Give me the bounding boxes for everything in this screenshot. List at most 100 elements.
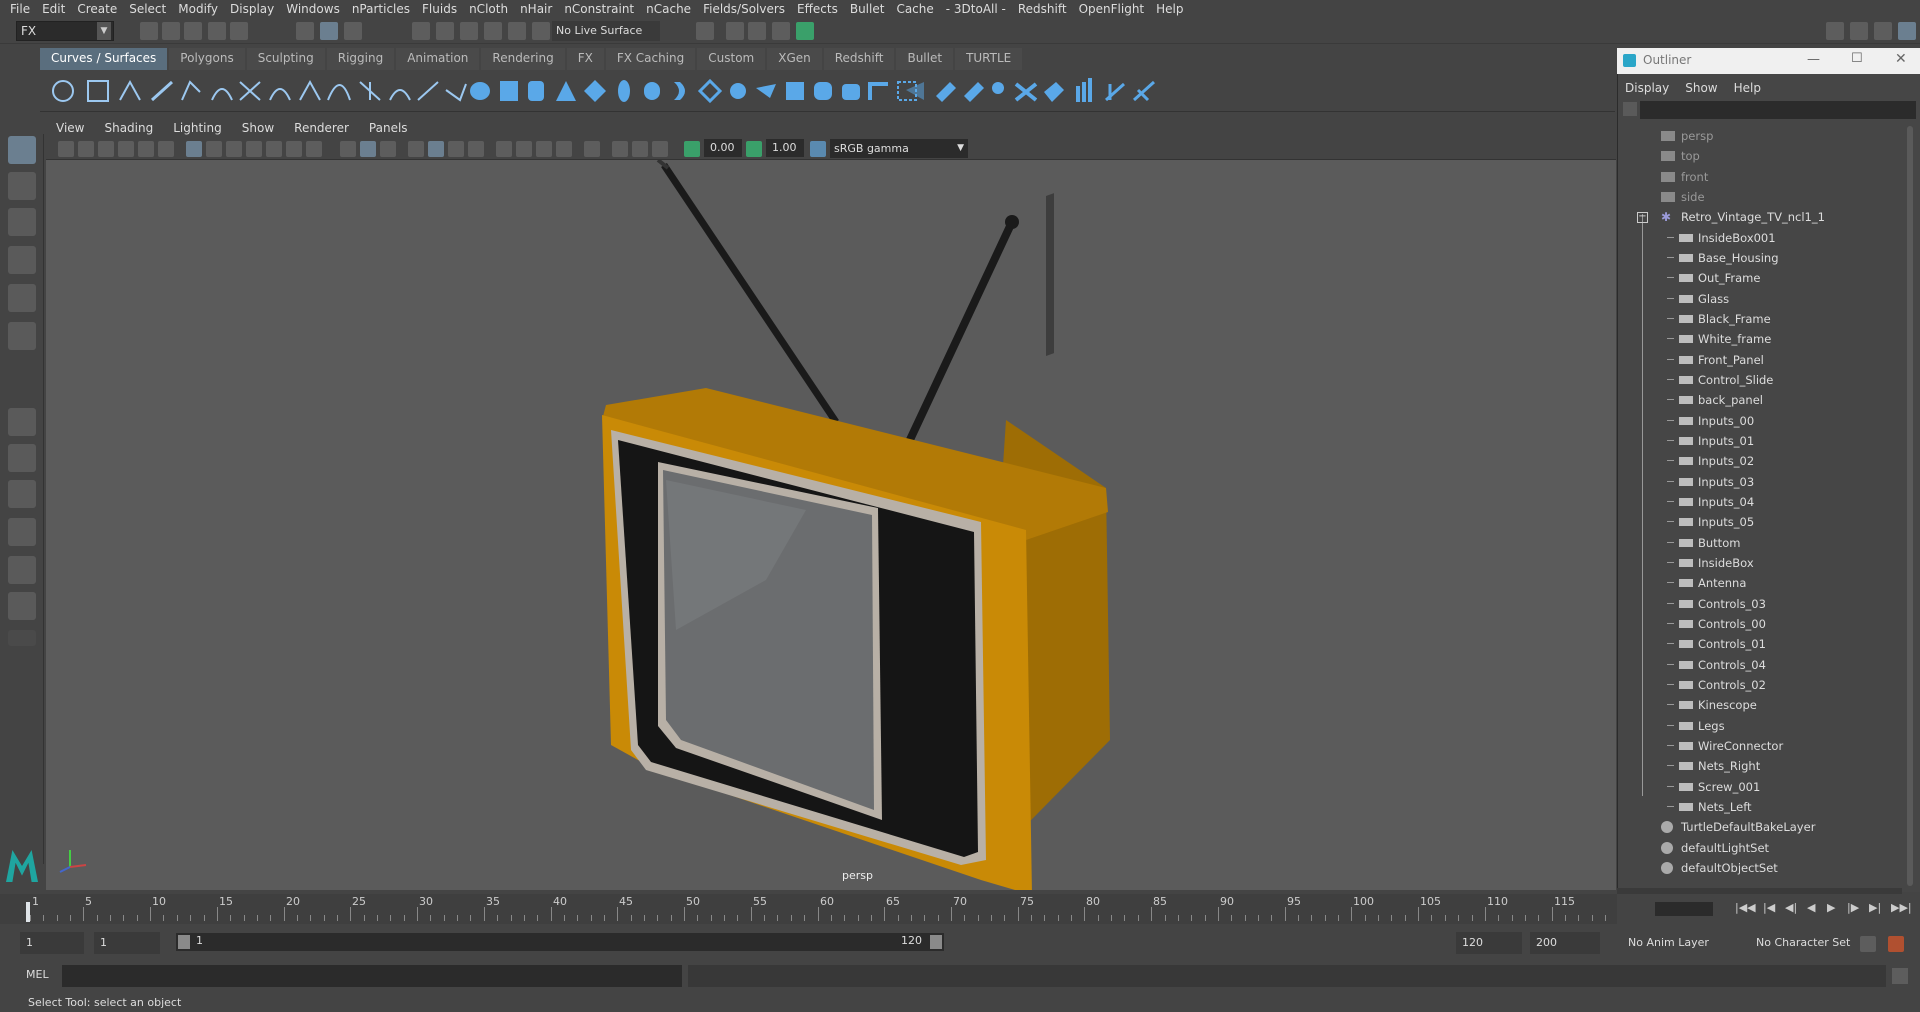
animation-preferences-icon[interactable] bbox=[1888, 936, 1904, 952]
arc-icon[interactable] bbox=[211, 88, 233, 101]
close-icon[interactable]: ✕ bbox=[1895, 51, 1907, 67]
outliner-mesh-item[interactable]: Inputs_05 bbox=[1617, 512, 1902, 532]
shelf-tab-sculpting[interactable]: Sculpting bbox=[246, 48, 325, 70]
intersect-icon[interactable] bbox=[936, 82, 956, 102]
outliner-group-item[interactable]: ✱ Retro_Vintage_TV_ncl1_1 − bbox=[1617, 207, 1902, 227]
menu-openflight[interactable]: OpenFlight bbox=[1075, 2, 1153, 16]
persp-outliner-layout-icon[interactable] bbox=[8, 480, 36, 508]
grease-pencil-icon[interactable] bbox=[158, 141, 174, 157]
xray-active-icon[interactable] bbox=[632, 141, 648, 157]
gate-mask-icon[interactable] bbox=[246, 141, 262, 157]
menu-create[interactable]: Create bbox=[73, 2, 125, 16]
2d-pan-zoom-icon[interactable] bbox=[138, 141, 154, 157]
command-language-toggle[interactable]: MEL bbox=[26, 968, 49, 981]
lasso-tool-icon[interactable] bbox=[8, 172, 36, 200]
shelf-tab-fx[interactable]: FX bbox=[566, 48, 604, 70]
open-scene-icon[interactable] bbox=[162, 22, 180, 40]
exposure-icon[interactable] bbox=[684, 141, 700, 157]
birail-icon[interactable] bbox=[756, 84, 776, 98]
shelf-tab-xgen[interactable]: XGen bbox=[767, 48, 822, 70]
default-material-icon[interactable] bbox=[380, 141, 396, 157]
loft-icon[interactable] bbox=[674, 82, 685, 100]
outliner-camera-item[interactable]: front bbox=[1617, 167, 1902, 187]
pencil-curve-icon[interactable] bbox=[181, 80, 201, 101]
film-gate-icon[interactable] bbox=[206, 141, 222, 157]
menu-nhair[interactable]: nHair bbox=[516, 2, 560, 16]
outliner-mesh-item[interactable]: WireConnector bbox=[1617, 736, 1902, 756]
snap-point-icon[interactable] bbox=[460, 22, 478, 40]
surface-editing-icon[interactable] bbox=[1132, 80, 1156, 102]
select-by-object-icon[interactable] bbox=[320, 22, 338, 40]
nurbs-plane-icon[interactable] bbox=[584, 80, 606, 102]
menu-effects[interactable]: Effects bbox=[793, 2, 846, 16]
extrude-icon[interactable] bbox=[730, 83, 746, 99]
move-tool-icon[interactable] bbox=[8, 246, 36, 274]
make-live-icon[interactable] bbox=[508, 22, 526, 40]
menu-cache[interactable]: Cache bbox=[892, 2, 941, 16]
viewport-menu-show[interactable]: Show bbox=[232, 121, 284, 135]
outliner-mesh-item[interactable]: Front_Panel bbox=[1617, 350, 1902, 370]
rebuild-icon[interactable] bbox=[389, 89, 411, 101]
outliner-mesh-item[interactable]: Black_Frame bbox=[1617, 309, 1902, 329]
nurbs-square-icon[interactable] bbox=[87, 80, 109, 102]
character-set-dropdown[interactable]: No Character Set bbox=[1750, 932, 1870, 954]
outliner-mesh-item[interactable]: Controls_00 bbox=[1617, 614, 1902, 634]
undo-icon[interactable] bbox=[208, 22, 226, 40]
persp-graph-layout-icon[interactable] bbox=[8, 518, 36, 546]
resolution-gate-icon[interactable] bbox=[226, 141, 242, 157]
channel-box-icon[interactable] bbox=[1898, 22, 1916, 40]
outliner-mesh-item[interactable]: Inputs_03 bbox=[1617, 472, 1902, 492]
bookmarks-icon[interactable] bbox=[98, 141, 114, 157]
outliner-mesh-item[interactable]: Inputs_00 bbox=[1617, 411, 1902, 431]
shelf-tab-custom[interactable]: Custom bbox=[697, 48, 766, 70]
new-scene-icon[interactable] bbox=[140, 22, 158, 40]
nurbs-cube-icon[interactable] bbox=[500, 81, 518, 101]
rotate-tool-icon[interactable] bbox=[8, 284, 36, 312]
select-by-component-icon[interactable] bbox=[344, 22, 362, 40]
anim-layer-dropdown[interactable]: No Anim Layer bbox=[1622, 932, 1740, 954]
smooth-shade-icon[interactable] bbox=[360, 141, 376, 157]
gamma-icon[interactable] bbox=[746, 141, 762, 157]
shadows-icon[interactable] bbox=[468, 141, 484, 157]
square-surface-icon[interactable] bbox=[814, 82, 832, 100]
outliner-mesh-item[interactable]: Control_Slide bbox=[1617, 370, 1902, 390]
outliner-set-item[interactable]: defaultLightSet bbox=[1617, 838, 1902, 858]
outliner-mesh-item[interactable]: Glass bbox=[1617, 289, 1902, 309]
outliner-mesh-item[interactable]: Antenna bbox=[1617, 573, 1902, 593]
viewport-menu-panels[interactable]: Panels bbox=[359, 121, 418, 135]
view-transform-dropdown[interactable]: sRGB gamma ▼ bbox=[830, 139, 968, 158]
snap-view-plane-icon[interactable] bbox=[484, 22, 502, 40]
filter-icon[interactable] bbox=[1623, 102, 1637, 116]
screen-space-ao-icon[interactable] bbox=[496, 141, 512, 157]
xray-icon[interactable] bbox=[612, 141, 628, 157]
nurbs-cone-icon[interactable] bbox=[556, 81, 576, 101]
planar-icon[interactable] bbox=[697, 78, 723, 104]
boundary-icon[interactable] bbox=[786, 82, 804, 100]
attach-curves-icon[interactable] bbox=[239, 81, 261, 101]
untrim-icon[interactable] bbox=[992, 82, 1004, 94]
maximize-icon[interactable]: ☐ bbox=[1851, 51, 1863, 66]
outliner-mesh-item[interactable]: White_frame bbox=[1617, 329, 1902, 349]
menu-help[interactable]: Help bbox=[1152, 2, 1191, 16]
sculpt-geometry-icon[interactable] bbox=[1105, 82, 1125, 102]
scale-tool-icon[interactable] bbox=[8, 322, 36, 350]
ep-curve-icon[interactable] bbox=[150, 80, 174, 102]
menu-ncloth[interactable]: nCloth bbox=[465, 2, 516, 16]
current-frame-field[interactable] bbox=[1655, 902, 1713, 916]
outliner-mesh-item[interactable]: Inputs_01 bbox=[1617, 431, 1902, 451]
outliner-camera-item[interactable]: persp bbox=[1617, 126, 1902, 146]
menu-nparticles[interactable]: nParticles bbox=[348, 2, 418, 16]
depth-of-field-icon[interactable] bbox=[556, 141, 572, 157]
snap-curve-icon[interactable] bbox=[436, 22, 454, 40]
outliner-mesh-item[interactable]: Controls_03 bbox=[1617, 594, 1902, 614]
outliner-persp-layout-icon[interactable] bbox=[8, 592, 36, 620]
workspace-icon[interactable] bbox=[1826, 22, 1844, 40]
step-back-frame-icon[interactable]: ◀| bbox=[1785, 901, 1797, 914]
mel-command-input[interactable] bbox=[62, 965, 682, 987]
single-perspective-layout-icon[interactable] bbox=[8, 408, 36, 436]
outliner-mesh-item[interactable]: Kinescope bbox=[1617, 695, 1902, 715]
menu-display[interactable]: Display bbox=[226, 2, 282, 16]
field-chart-icon[interactable] bbox=[266, 141, 282, 157]
render-settings-icon[interactable] bbox=[772, 22, 790, 40]
snap-together-icon[interactable] bbox=[532, 22, 550, 40]
